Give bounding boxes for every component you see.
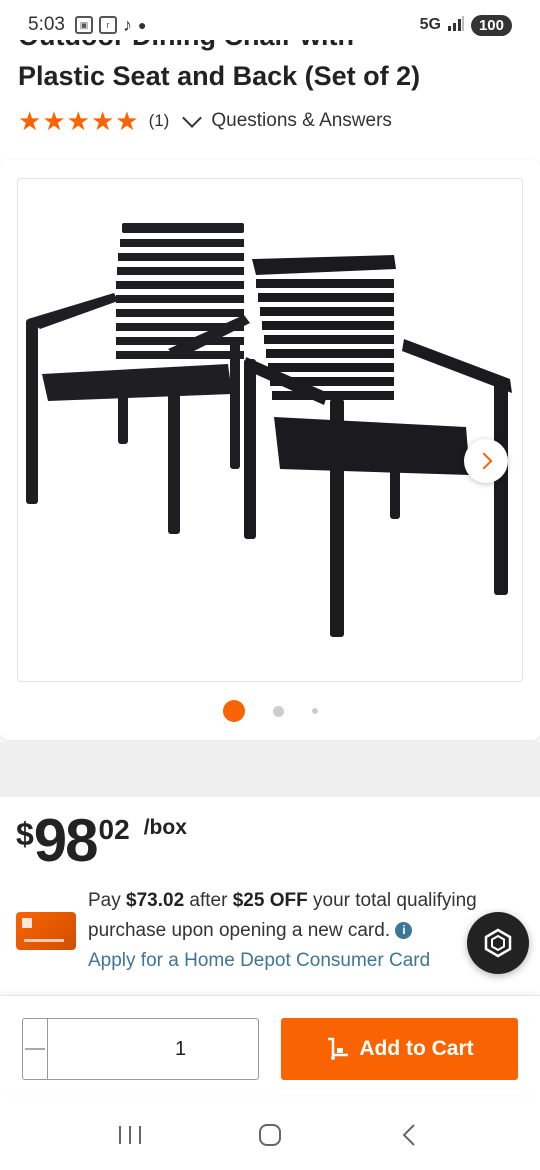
minus-icon <box>25 1048 45 1050</box>
carousel-dot-active[interactable] <box>222 700 245 722</box>
apply-card-link[interactable]: Apply for a Home Depot Consumer Card <box>88 950 430 971</box>
screenshot-icon: ▣ <box>74 16 93 34</box>
review-count[interactable]: (1) <box>149 111 170 131</box>
cart-bar: Add to Cart <box>0 995 540 1095</box>
offer-discount: $25 OFF <box>232 890 308 911</box>
floating-assistant-button[interactable] <box>467 912 529 974</box>
quantity-input[interactable] <box>48 1019 313 1079</box>
offer-after: after <box>184 890 233 911</box>
section-divider <box>0 742 540 797</box>
credit-card-offer: Pay $73.02 after $25 OFF your total qual… <box>16 886 516 976</box>
offer-pay-prefix: Pay <box>88 890 127 911</box>
price-unit: /box <box>143 816 187 839</box>
cart-dolly-icon <box>328 1037 349 1060</box>
star-icon: ★ <box>66 106 90 136</box>
back-icon[interactable] <box>396 1121 424 1149</box>
star-icon: ★ <box>42 106 66 136</box>
title-line-2: Plastic Seat and Back (Set of 2) <box>18 61 421 91</box>
star-icon: ★ <box>90 106 115 136</box>
hexagon-icon <box>484 928 512 958</box>
image-gallery <box>0 160 540 740</box>
rating-row: ★ ★ ★ ★ ★ (1) Questions & Answers <box>18 106 392 136</box>
system-nav-bar <box>0 1100 540 1170</box>
info-icon[interactable]: i <box>395 921 413 939</box>
product-title: Outdoor Dining Chair with Plastic Seat a… <box>18 40 523 100</box>
price-dollars: 98 <box>33 807 99 874</box>
tiktok-icon: ♪ <box>122 14 132 35</box>
ring-app-icon: r <box>98 16 117 34</box>
carousel-dot[interactable] <box>311 708 318 714</box>
star-icon: ★ <box>115 106 139 136</box>
add-to-cart-button[interactable]: Add to Cart <box>281 1018 518 1080</box>
add-to-cart-label: Add to Cart <box>359 1037 474 1060</box>
credit-card-icon <box>16 912 76 950</box>
home-icon[interactable] <box>256 1121 284 1149</box>
chairs-illustration <box>26 223 512 637</box>
offer-text: Pay $73.02 after $25 OFF your total qual… <box>88 886 498 976</box>
status-right: 5G 100 <box>419 14 512 36</box>
battery-indicator: 100 <box>470 14 512 36</box>
signal-icon <box>447 15 465 36</box>
carousel-dots <box>0 700 540 722</box>
chevron-down-icon[interactable] <box>182 108 203 128</box>
questions-answers-link[interactable]: Questions & Answers <box>211 110 392 132</box>
next-image-button[interactable] <box>464 439 508 483</box>
quantity-stepper <box>22 1018 336 1080</box>
star-icon: ★ <box>18 106 42 136</box>
price: $ 98 02 /box <box>16 810 187 872</box>
chevron-right-icon <box>475 452 493 470</box>
more-dot-icon: ● <box>137 17 147 33</box>
carousel-dot[interactable] <box>272 705 284 717</box>
price-cents: 02 <box>98 814 130 845</box>
offer-pay-amount: $73.02 <box>126 890 185 911</box>
recent-apps-icon[interactable] <box>116 1123 144 1147</box>
product-image[interactable] <box>17 178 523 682</box>
decrease-quantity-button[interactable] <box>23 1019 48 1079</box>
price-currency: $ <box>16 816 34 852</box>
title-line-1: Outdoor Dining Chair with <box>18 40 420 56</box>
notification-icons: ▣ r ♪ ● <box>74 14 147 36</box>
network-label: 5G <box>419 16 441 33</box>
status-time: 5:03 <box>28 14 65 35</box>
star-rating[interactable]: ★ ★ ★ ★ ★ <box>18 108 139 134</box>
